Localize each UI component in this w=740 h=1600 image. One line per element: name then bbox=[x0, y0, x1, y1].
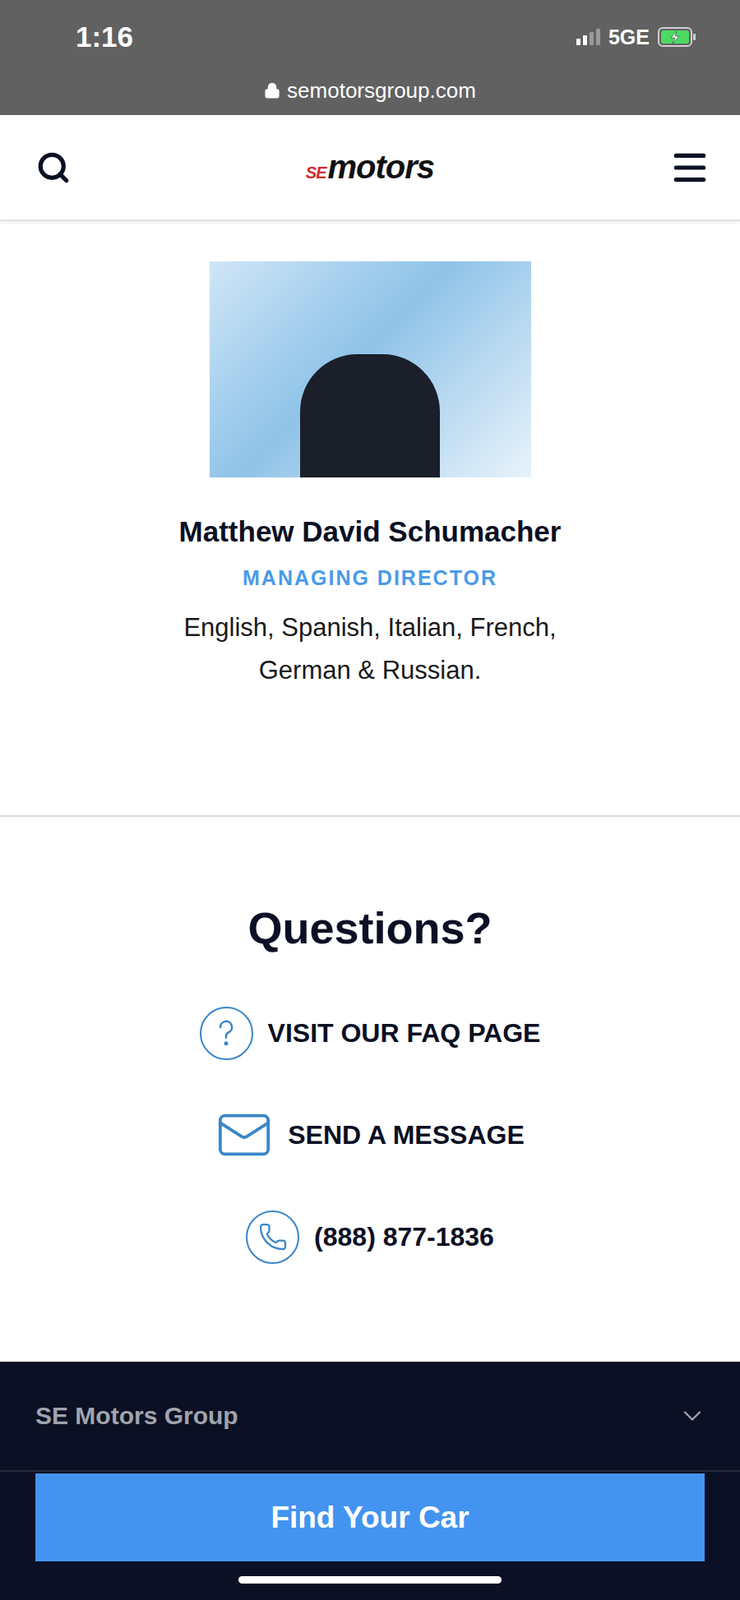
link-label: VISIT OUR FAQ PAGE bbox=[268, 1018, 542, 1050]
status-row: 1:16 5GE bbox=[32, 0, 708, 74]
page: 1:16 5GE semotorsgroup.com SEmotors Matthew … bbox=[0, 0, 740, 1600]
profile-photo bbox=[209, 261, 532, 478]
signal-bar bbox=[596, 28, 601, 46]
link-label: SEND A MESSAGE bbox=[287, 1120, 524, 1152]
address-bar[interactable]: semotorsgroup.com bbox=[32, 74, 708, 107]
envelope-icon bbox=[215, 1106, 273, 1165]
signal-bar bbox=[589, 32, 594, 46]
footer: SE Motors Group Find Your Car bbox=[0, 1362, 740, 1600]
status-icons: 5GE bbox=[576, 25, 708, 50]
phone-link[interactable]: (888) 877-1836 bbox=[245, 1208, 495, 1267]
footer-section-toggle[interactable]: SE Motors Group bbox=[0, 1362, 740, 1473]
logo[interactable]: SEmotors bbox=[305, 148, 435, 186]
time: 1:16 bbox=[32, 20, 134, 54]
search-icon bbox=[36, 150, 71, 185]
logo-name: motors bbox=[328, 148, 435, 186]
photo-figure bbox=[300, 354, 440, 478]
link-label: (888) 877-1836 bbox=[314, 1222, 495, 1254]
footer-section-label: SE Motors Group bbox=[35, 1402, 239, 1431]
status-bar: 1:16 5GE semotorsgroup.com bbox=[0, 0, 740, 116]
message-link[interactable]: SEND A MESSAGE bbox=[215, 1106, 524, 1165]
hamburger-icon bbox=[669, 147, 711, 189]
questions-title: Questions? bbox=[247, 902, 492, 954]
site-header: SEmotors bbox=[0, 115, 740, 222]
home-indicator bbox=[238, 1577, 502, 1585]
signal-bar bbox=[582, 35, 588, 46]
faq-icon bbox=[199, 1007, 254, 1061]
chevron-down-icon bbox=[677, 1401, 708, 1432]
phone-icon bbox=[245, 1211, 300, 1265]
profile-title: MANAGING DIRECTOR bbox=[242, 566, 498, 591]
menu-button[interactable] bbox=[666, 143, 714, 192]
question-icon bbox=[212, 1017, 241, 1050]
questions-list: VISIT OUR FAQ PAGE SEND A MESSAGE (888) 87… bbox=[199, 1004, 542, 1267]
lock-icon bbox=[263, 82, 281, 99]
profile-card: Matthew David Schumacher MANAGING DIRECTO… bbox=[0, 221, 740, 818]
network-type: 5GE bbox=[608, 25, 650, 50]
faq-link[interactable]: VISIT OUR FAQ PAGE bbox=[199, 1004, 542, 1063]
profile-languages: English, Spanish, Italian, French, Germa… bbox=[139, 606, 601, 693]
questions-section: Questions? VISIT OUR FAQ PAGE SEND A MESSA… bbox=[0, 817, 740, 1363]
url: semotorsgroup.com bbox=[286, 78, 477, 104]
signal-icon bbox=[576, 28, 601, 46]
battery-icon bbox=[657, 27, 698, 47]
signal-bar bbox=[576, 38, 581, 46]
find-car-button[interactable]: Find Your Car bbox=[35, 1474, 705, 1563]
profile-name: Matthew David Schumacher bbox=[179, 515, 562, 549]
search-button[interactable] bbox=[32, 147, 74, 189]
logo-prefix: SE bbox=[305, 163, 327, 183]
